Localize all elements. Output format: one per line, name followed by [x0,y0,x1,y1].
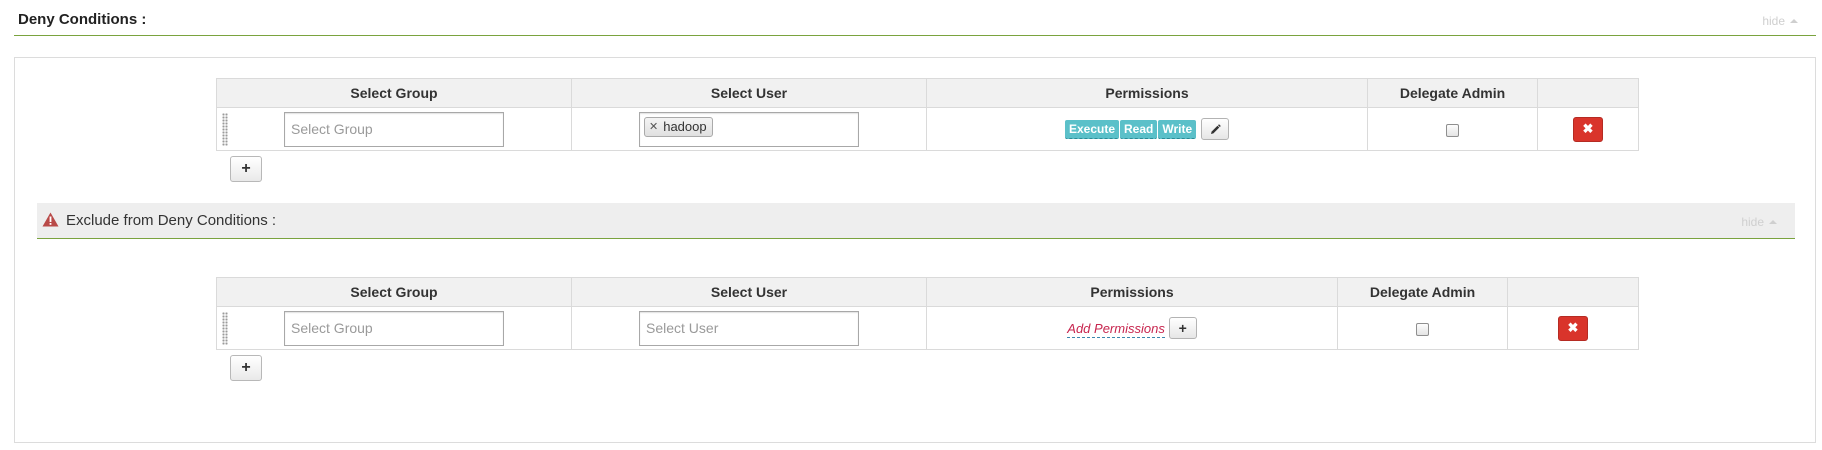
select-group-input[interactable]: Select Group [284,310,504,346]
column-header-actions [1507,277,1639,307]
permission-tag-read[interactable]: Read [1120,119,1158,139]
plus-icon: + [241,160,251,177]
exclude-deny-conditions-title: Exclude from Deny Conditions : [66,212,277,229]
column-header-select-group: Select Group [216,277,572,307]
deny-conditions-panel: Select Group Select User Permissions Del… [14,57,1816,443]
select-user-input[interactable]: ✕ hadoop [639,111,859,147]
column-header-select-group: Select Group [216,78,572,108]
delegate-admin-checkbox[interactable] [1446,123,1459,137]
add-permissions-link[interactable]: Add Permissions [1067,320,1165,338]
close-icon: ✖ [1567,320,1579,335]
table-row: Select Group Select User Add Permissions… [216,306,1639,350]
column-header-delegate-admin: Delegate Admin [1337,277,1508,307]
table-header-row: Select Group Select User Permissions Del… [216,78,1639,108]
drag-handle[interactable] [222,113,228,146]
deny-conditions-title: Deny Conditions : [18,11,147,28]
select-user-input[interactable]: Select User [639,310,859,346]
column-header-permissions: Permissions [926,78,1368,108]
column-header-permissions: Permissions [926,277,1338,307]
plus-icon: + [241,359,251,376]
deny-conditions-header: Deny Conditions : hide [14,0,1816,36]
plus-icon: + [1178,320,1187,336]
permission-tag-write[interactable]: Write [1158,119,1197,139]
close-icon[interactable]: ✕ [649,120,658,133]
hide-label: hide [1741,215,1764,229]
permission-tag-execute[interactable]: Execute [1064,119,1119,139]
drag-handle[interactable] [222,312,228,345]
caret-up-icon [1769,220,1777,224]
select-group-input[interactable]: Select Group [284,111,504,147]
add-permissions-button[interactable]: + [1168,317,1197,339]
caret-up-icon [1790,19,1798,23]
add-deny-condition-button[interactable]: + [230,156,262,182]
table-header-row: Select Group Select User Permissions Del… [216,277,1639,307]
exclude-deny-conditions-header: Exclude from Deny Conditions : hide [37,203,1795,239]
user-chip: ✕ hadoop [644,116,713,137]
add-exclude-condition-button[interactable]: + [230,355,262,381]
column-header-actions [1537,78,1639,108]
column-header-select-user: Select User [571,277,927,307]
user-chip-label: hadoop [663,119,707,134]
pencil-icon [1210,123,1221,134]
close-icon: ✖ [1582,121,1594,136]
table-row: Select Group ✕ hadoop ExecuteReadWrite [216,107,1639,151]
warning-triangle-icon [42,212,59,227]
exclude-hide-toggle[interactable]: hide [1741,215,1777,229]
deny-conditions-table: Select Group Select User Permissions Del… [216,78,1639,151]
deny-hide-toggle[interactable]: hide [1762,14,1798,28]
edit-permissions-button[interactable] [1201,118,1230,140]
delete-row-button[interactable]: ✖ [1573,116,1603,142]
exclude-deny-conditions-table: Select Group Select User Permissions Del… [216,277,1639,350]
delete-row-button[interactable]: ✖ [1558,315,1588,341]
column-header-delegate-admin: Delegate Admin [1367,78,1538,108]
hide-label: hide [1762,14,1785,28]
column-header-select-user: Select User [571,78,927,108]
delegate-admin-checkbox[interactable] [1416,322,1429,336]
